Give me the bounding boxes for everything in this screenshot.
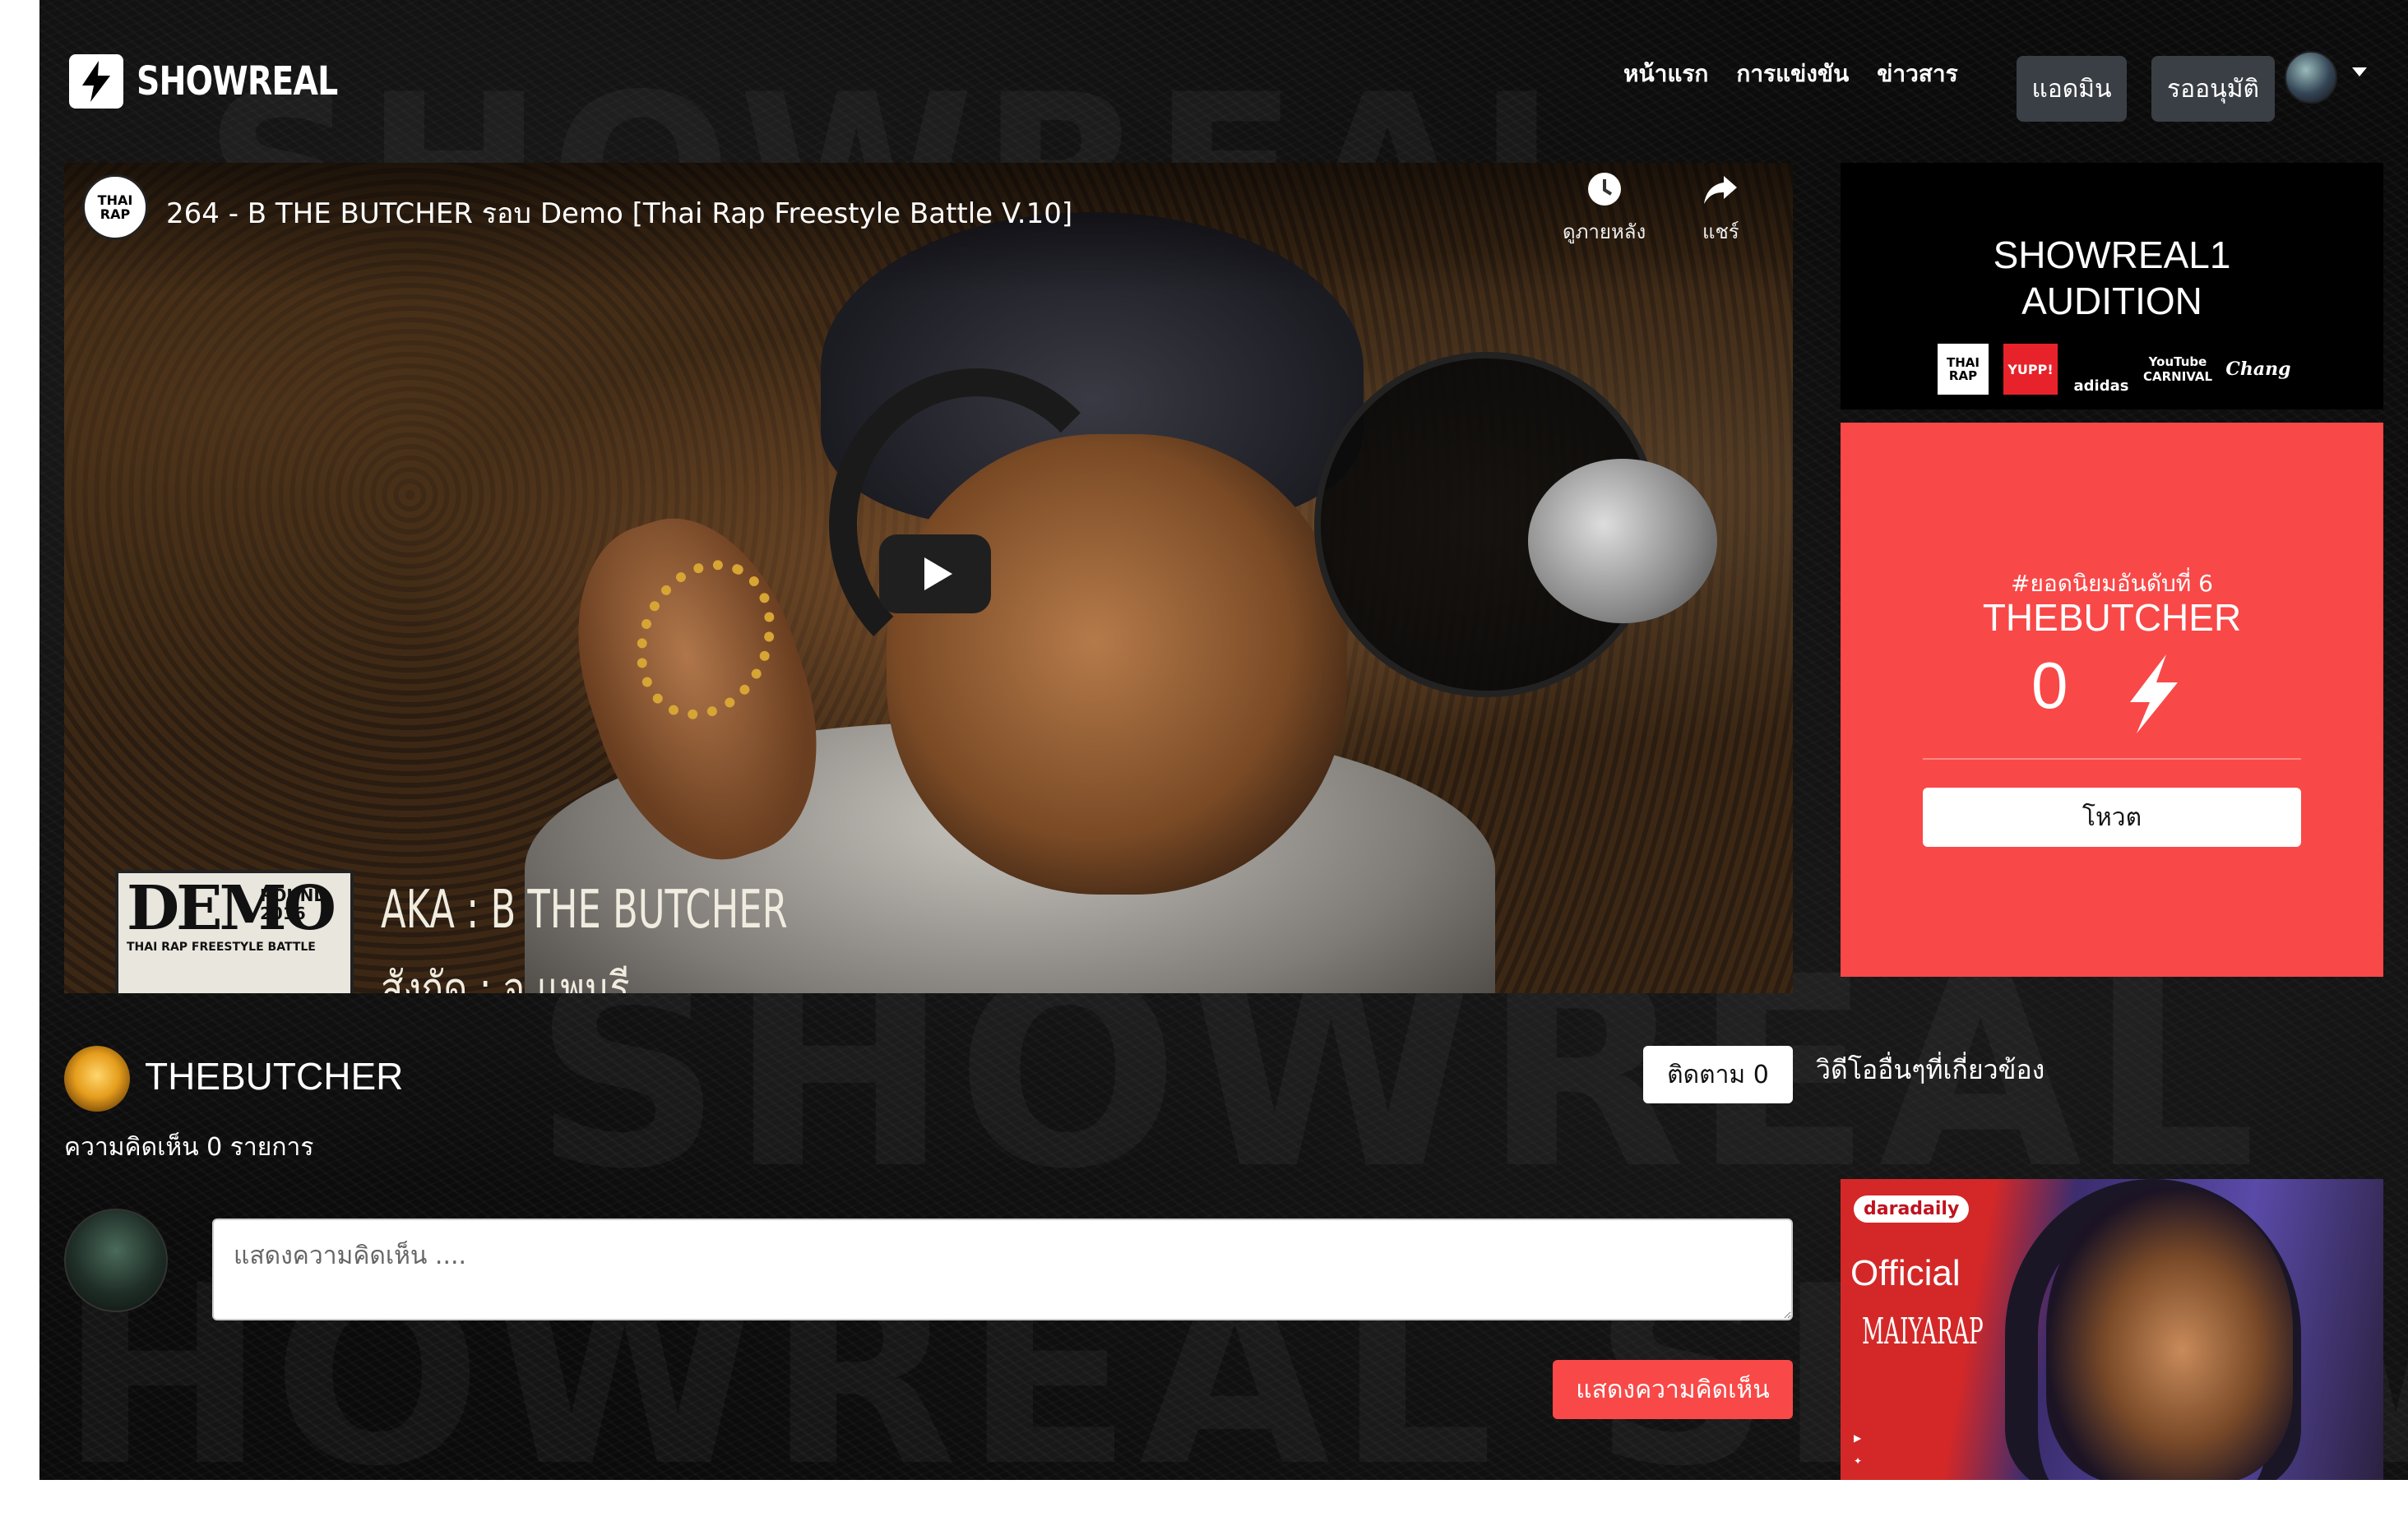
main-nav: หน้าแรก การแข่งขัน ข่าวสาร bbox=[1623, 56, 1958, 92]
comment-input[interactable] bbox=[212, 1218, 1793, 1320]
thumb-person bbox=[2046, 1187, 2293, 1480]
twitter-icon: ✦ bbox=[1854, 1455, 1863, 1467]
audition-title: SHOWREAL1 AUDITION bbox=[1993, 234, 2231, 322]
channel-logo[interactable]: THAI RAP bbox=[82, 174, 148, 240]
related-video-thumbnail[interactable]: daradaily Official MAIYARAP ▶ ✦ bbox=[1841, 1179, 2383, 1480]
related-videos-title: วิดีโออื่นๆที่เกี่ยวข้อง bbox=[1816, 1054, 2045, 1085]
share-button[interactable]: แชร์ bbox=[1702, 171, 1739, 247]
play-icon bbox=[924, 557, 952, 590]
admin-button[interactable]: แอดมิน bbox=[2017, 56, 2127, 122]
demo-round-card: DEMO ROUND 2016 THAI RAP FREESTYLE BATTL… bbox=[115, 870, 354, 993]
nav-home[interactable]: หน้าแรก bbox=[1623, 56, 1708, 92]
clock-icon bbox=[1587, 173, 1621, 206]
vote-panel: #ยอดนิยมอันดับที่ 6 THEBUTCHER 0 โหวต bbox=[1841, 423, 2383, 977]
sponsor-logos: THAI RAP YUPP! adidas YouTube CARNIVAL C… bbox=[1938, 344, 2291, 395]
pending-approval-button[interactable]: รออนุมัติ bbox=[2151, 56, 2275, 122]
video-title[interactable]: 264 - B THE BUTCHER รอบ Demo [Thai Rap F… bbox=[166, 191, 1072, 235]
share-icon bbox=[1704, 176, 1738, 204]
thumb-official-text: Official bbox=[1850, 1253, 1961, 1293]
demo-subtitle: THAI RAP FREESTYLE BATTLE bbox=[127, 941, 316, 954]
youtube-carnival-logo: YouTube CARNIVAL bbox=[2142, 354, 2213, 384]
showreal-logo[interactable]: SHOWREAL bbox=[69, 54, 382, 109]
logo-text: SHOWREAL bbox=[137, 58, 338, 104]
vote-divider bbox=[1923, 758, 2301, 760]
watch-later-label: ดูภายหลัง bbox=[1563, 220, 1646, 243]
daradaily-badge: daradaily bbox=[1854, 1195, 1970, 1223]
watch-later-button[interactable]: ดูภายหลัง bbox=[1563, 171, 1646, 247]
current-user-avatar bbox=[64, 1209, 168, 1312]
adidas-logo: adidas bbox=[2073, 377, 2129, 395]
yupp-logo: YUPP! bbox=[2003, 344, 2058, 395]
thumb-artist-text: MAIYARAP bbox=[1862, 1311, 1984, 1353]
nav-competition[interactable]: การแข่งขัน bbox=[1736, 56, 1849, 92]
vote-count: 0 bbox=[2031, 649, 2068, 722]
video-player[interactable]: THAI RAP 264 - B THE BUTCHER รอบ Demo [T… bbox=[64, 163, 1793, 993]
youtube-icon: ▶ bbox=[1854, 1432, 1862, 1444]
user-avatar-nav[interactable] bbox=[2285, 51, 2337, 104]
video-frame-microphone bbox=[1528, 459, 1717, 623]
contestant-name[interactable]: THEBUTCHER bbox=[145, 1054, 403, 1098]
aka-overlay-text: AKA : B THE BUTCHER bbox=[381, 880, 788, 941]
demo-round-label: ROUND 2016 bbox=[260, 886, 327, 923]
vote-button[interactable]: โหวต bbox=[1923, 788, 2301, 847]
lightning-icon bbox=[2130, 654, 2178, 733]
play-button[interactable] bbox=[879, 534, 991, 613]
app-background: SHOWREAL SHOWREAL SHOWREAL SHOWREAL SHOW… bbox=[39, 0, 2408, 1480]
follow-button[interactable]: ติดตาม 0 bbox=[1643, 1046, 1793, 1103]
contestant-avatar[interactable] bbox=[64, 1046, 130, 1112]
lightning-logo-icon bbox=[69, 54, 123, 109]
nav-news[interactable]: ข่าวสาร bbox=[1877, 56, 1957, 92]
chevron-down-icon[interactable] bbox=[2352, 67, 2367, 76]
submit-comment-button[interactable]: แสดงความคิดเห็น bbox=[1553, 1360, 1793, 1419]
comment-count: ความคิดเห็น 0 รายการ bbox=[64, 1133, 314, 1162]
share-label: แชร์ bbox=[1702, 220, 1739, 243]
video-frame-headphone bbox=[829, 368, 1125, 681]
vote-contestant-name: THEBUTCHER bbox=[1982, 596, 2242, 639]
chang-logo: Chang bbox=[2225, 358, 2291, 380]
aka-affiliation-text: สังกัด : จ.แพนรี bbox=[381, 963, 630, 993]
thai-rap-logo: THAI RAP bbox=[1938, 344, 1989, 395]
audition-sponsor-panel: SHOWREAL1 AUDITION THAI RAP YUPP! adidas… bbox=[1841, 163, 2383, 409]
